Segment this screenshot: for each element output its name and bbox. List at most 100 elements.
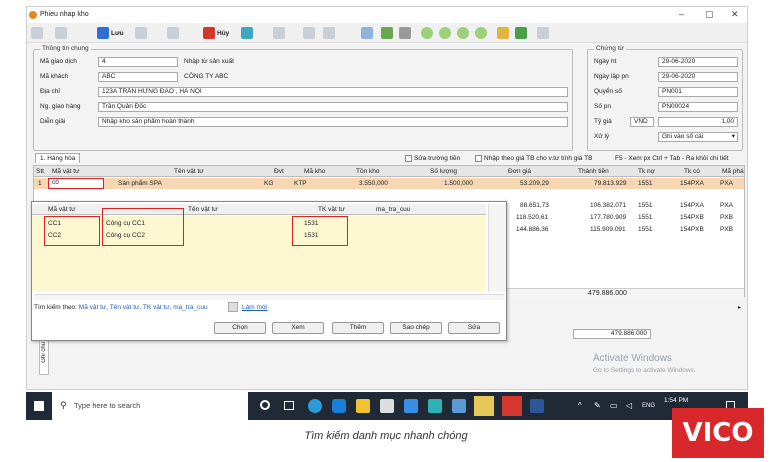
- search-fields-link[interactable]: Mã vật tư, Tên vật tư, TK vật tư, ma_tra…: [79, 304, 208, 311]
- app-window: Phieu nhap kho – ▢ ✕ Lưu Hủy Thông tin c…: [26, 6, 748, 390]
- table-row[interactable]: 1 Sản phẩm SPA KG KTP 3.550,000 1.500,00…: [34, 178, 744, 189]
- title-bar: Phieu nhap kho – ▢ ✕: [27, 7, 747, 23]
- toolbar: Lưu Hủy: [27, 23, 747, 43]
- col-ma-pha: Mã phá: [722, 168, 744, 175]
- tools-button[interactable]: [497, 25, 509, 41]
- tray-chevron-icon[interactable]: ^: [578, 401, 582, 410]
- ng-giao-field[interactable]: Trần Quản Đốc: [98, 102, 568, 112]
- new-button[interactable]: [31, 25, 43, 41]
- ma-gd-field[interactable]: 4: [98, 57, 178, 67]
- refresh-link[interactable]: Làm mới: [242, 304, 268, 311]
- minimize-button[interactable]: –: [679, 9, 684, 19]
- highlight-tk: [292, 216, 348, 246]
- edit-button[interactable]: [55, 25, 67, 41]
- print-button[interactable]: [167, 25, 179, 41]
- explorer-icon[interactable]: [356, 399, 370, 413]
- chart-icon: [515, 27, 527, 39]
- windows-start-icon[interactable]: [34, 401, 44, 411]
- quyen-so-field[interactable]: PN001: [658, 87, 738, 97]
- prev-button[interactable]: [439, 25, 451, 41]
- ty-gia-label: Tỷ giá: [594, 118, 612, 125]
- col-dvt: Đvt: [274, 168, 284, 175]
- copy-button[interactable]: [135, 25, 147, 41]
- dia-chi-label: Địa chỉ: [40, 88, 60, 95]
- currency-field[interactable]: VND: [630, 117, 654, 127]
- view-detail-button[interactable]: Xem: [272, 322, 324, 334]
- save-button[interactable]: Lưu: [97, 25, 124, 41]
- cortana-icon[interactable]: [260, 400, 270, 410]
- tools-icon: [497, 27, 509, 39]
- lookup-scrollbar[interactable]: [488, 204, 506, 292]
- col-thanh-tien: Thành tiền: [578, 168, 609, 175]
- task-view-icon[interactable]: [284, 401, 294, 410]
- calculator-icon: [399, 27, 411, 39]
- dien-giai-label: Diễn giải: [40, 118, 66, 125]
- so-pn-label: Số pn: [594, 103, 611, 110]
- mail-icon[interactable]: [404, 399, 418, 413]
- tab-items[interactable]: 1. Hàng hóa: [35, 153, 81, 163]
- dien-giai-field[interactable]: Nhập kho sản phẩm hoàn thành: [98, 117, 568, 127]
- list-item[interactable]: CC2 Công cụ CC2 1531: [32, 230, 486, 241]
- search-icon: [323, 27, 335, 39]
- app-icon-blue[interactable]: [452, 399, 466, 413]
- upload-icon: [241, 27, 253, 39]
- rate-field[interactable]: 1,00: [658, 117, 738, 127]
- delete-button[interactable]: [273, 25, 285, 41]
- ma-vt-input[interactable]: cô: [48, 178, 104, 189]
- col-ton-kho: Tồn kho: [356, 168, 380, 175]
- list-item[interactable]: CC1 Công cụ CC1 1531: [32, 218, 486, 229]
- last-button[interactable]: [475, 25, 487, 41]
- edit-amount-checkbox[interactable]: [405, 155, 412, 162]
- choose-button[interactable]: Chọn: [214, 322, 266, 334]
- refresh-icon[interactable]: [228, 302, 238, 312]
- add-button[interactable]: Thêm: [332, 322, 384, 334]
- view-button[interactable]: [303, 25, 315, 41]
- cancel-icon: [203, 27, 215, 39]
- skype-icon[interactable]: [332, 399, 346, 413]
- col-stt: Stt: [36, 168, 44, 175]
- taskbar-search[interactable]: ⚲ Type here to search: [52, 392, 248, 420]
- filter-button[interactable]: [381, 25, 393, 41]
- lookup-hscroll[interactable]: [34, 294, 504, 300]
- word-icon[interactable]: [530, 399, 544, 413]
- modify-button[interactable]: Sửa: [448, 322, 500, 334]
- highlight-ma: [44, 216, 100, 246]
- cancel-button[interactable]: Hủy: [203, 25, 229, 41]
- scroll-right-icon[interactable]: ▸: [738, 304, 741, 311]
- last-icon: [475, 27, 487, 39]
- ma-kh-field[interactable]: ABC: [98, 72, 178, 82]
- xu-ly-select[interactable]: Ghi vào sổ cái ▾: [658, 132, 738, 142]
- ngay-lap-field[interactable]: 29-06-2020: [658, 72, 738, 82]
- close-button[interactable]: ✕: [731, 9, 739, 20]
- app-icon-active[interactable]: [474, 396, 494, 416]
- edit-icon: [55, 27, 67, 39]
- next-button[interactable]: [457, 25, 469, 41]
- language-indicator[interactable]: ENG: [642, 403, 655, 409]
- ngay-ht-field[interactable]: 29-06-2020: [658, 57, 738, 67]
- maximize-button[interactable]: ▢: [705, 9, 714, 20]
- app-icon-teal[interactable]: [428, 399, 442, 413]
- app-icon-red[interactable]: [502, 396, 522, 416]
- settings-button[interactable]: [537, 25, 549, 41]
- edit-amount-option[interactable]: Sửa trường tiền: [405, 155, 460, 162]
- duplicate-button[interactable]: Sao chép: [390, 322, 442, 334]
- store-icon[interactable]: [380, 399, 394, 413]
- edge-icon[interactable]: [308, 399, 322, 413]
- dia-chi-field[interactable]: 123A TRẦN HƯNG ĐẠO , HÀ NỘI: [98, 87, 568, 97]
- volume-icon[interactable]: ◁: [626, 401, 632, 410]
- new-icon: [31, 27, 43, 39]
- next-icon: [457, 27, 469, 39]
- avg-price-option[interactable]: Nhập theo giá TB cho v.tư tính giá TB: [475, 155, 592, 162]
- search-button[interactable]: [323, 25, 335, 41]
- grid-button[interactable]: [361, 25, 373, 41]
- chart-button[interactable]: [515, 25, 527, 41]
- avg-price-checkbox[interactable]: [475, 155, 482, 162]
- clock[interactable]: 1:54 PM: [664, 397, 688, 404]
- calc-button[interactable]: [399, 25, 411, 41]
- pen-icon[interactable]: ✎: [594, 401, 601, 410]
- first-button[interactable]: [421, 25, 433, 41]
- lookup-col-ma: Mã vật tư: [48, 206, 76, 213]
- so-pn-field[interactable]: PN00024: [658, 102, 738, 112]
- network-icon[interactable]: ▭: [610, 401, 618, 410]
- upload-button[interactable]: [241, 25, 253, 41]
